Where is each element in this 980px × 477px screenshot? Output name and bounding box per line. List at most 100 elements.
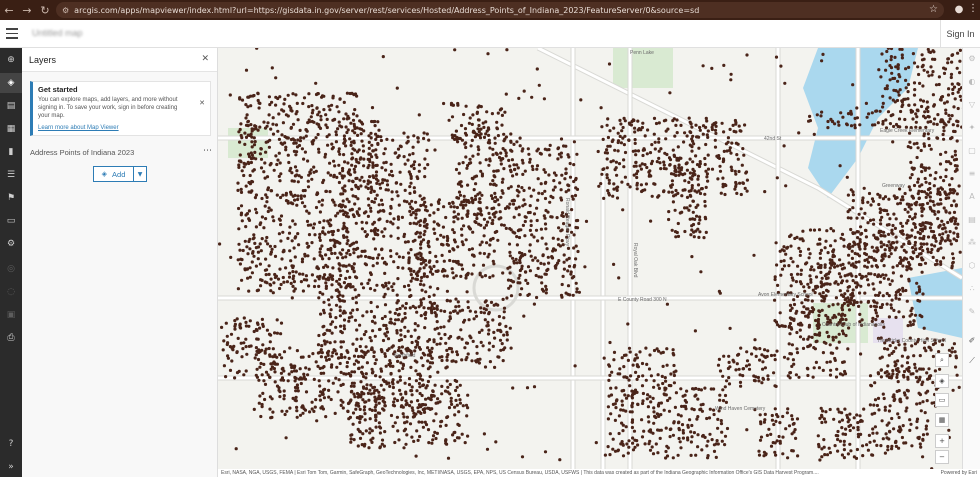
- address-point: [955, 66, 959, 70]
- address-point: [409, 164, 414, 168]
- address-point: [787, 424, 792, 428]
- charts-icon[interactable]: ▮: [0, 142, 22, 162]
- layer-options-icon[interactable]: ⋯: [203, 146, 212, 156]
- slides-icon[interactable]: ▭: [0, 211, 22, 231]
- address-point: [720, 121, 724, 125]
- legend-icon[interactable]: ☰: [0, 165, 22, 185]
- address-point: [893, 226, 898, 230]
- address-point: [379, 198, 384, 202]
- address-point: [535, 164, 540, 168]
- expand-icon[interactable]: »: [0, 457, 22, 477]
- address-point: [417, 208, 421, 212]
- sign-in-button[interactable]: Sign In: [940, 20, 980, 48]
- add-button[interactable]: ◈ Add ▼: [93, 166, 147, 182]
- address-point: [849, 124, 854, 128]
- address-point: [427, 441, 431, 445]
- close-icon[interactable]: ✕: [201, 54, 209, 64]
- address-point: [714, 455, 718, 459]
- address-point: [625, 442, 629, 446]
- tables-icon[interactable]: ▤: [0, 96, 22, 116]
- address-point: [222, 364, 226, 368]
- address-point: [327, 303, 331, 307]
- address-point: [929, 147, 933, 151]
- address-point: [823, 274, 827, 278]
- address-point: [330, 277, 334, 281]
- address-point: [383, 260, 387, 264]
- map-canvas[interactable]: [218, 48, 962, 469]
- address-point: [539, 227, 543, 231]
- bookmark-star-icon[interactable]: ☆: [929, 2, 938, 18]
- settings-icon[interactable]: ⚙: [0, 234, 22, 254]
- bookmarks-icon[interactable]: ⚑: [0, 188, 22, 208]
- address-point: [440, 392, 444, 396]
- chevron-down-icon[interactable]: ▼: [134, 171, 146, 178]
- notice-close-icon[interactable]: ✕: [199, 99, 205, 107]
- address-point: [930, 247, 934, 252]
- address-point: [805, 261, 809, 265]
- address-point: [378, 431, 382, 435]
- address-point: [280, 108, 284, 112]
- basemap-icon[interactable]: ▦: [0, 119, 22, 139]
- address-point: [718, 398, 722, 402]
- address-point: [278, 353, 282, 357]
- address-point: [648, 173, 652, 177]
- address-point: [476, 358, 480, 362]
- help-icon[interactable]: ?: [0, 434, 22, 454]
- address-point: [239, 341, 243, 345]
- address-point: [697, 221, 701, 226]
- address-point: [333, 411, 337, 415]
- address-point: [500, 342, 504, 346]
- address-point: [891, 372, 895, 376]
- address-point: [825, 330, 829, 334]
- address-point: [687, 180, 691, 184]
- layers-icon[interactable]: ◈: [0, 73, 22, 93]
- address-point: [497, 314, 501, 319]
- reload-icon[interactable]: ↻: [36, 0, 54, 20]
- address-point: [438, 355, 442, 359]
- address-point: [798, 253, 802, 257]
- print-icon[interactable]: ⎙: [0, 328, 22, 348]
- address-point: [462, 224, 466, 228]
- address-point: [422, 266, 426, 270]
- address-point: [338, 263, 342, 267]
- address-point: [633, 358, 637, 362]
- address-point: [396, 147, 401, 151]
- address-point: [488, 216, 492, 220]
- learn-more-link[interactable]: Learn more about Map Viewer: [38, 125, 119, 131]
- map-title[interactable]: Untitled map: [32, 28, 83, 38]
- address-point: [916, 177, 921, 181]
- address-point: [330, 331, 334, 335]
- address-point: [352, 93, 356, 97]
- address-point: [485, 110, 489, 114]
- layer-item[interactable]: Address Points of Indiana 2023 ⋯: [22, 145, 218, 161]
- address-point: [759, 435, 764, 439]
- address-point: [817, 313, 821, 318]
- address-point: [688, 171, 692, 175]
- address-point: [499, 158, 503, 162]
- profile-icon[interactable]: ●: [952, 3, 966, 17]
- forward-icon[interactable]: →: [18, 0, 36, 20]
- address-point: [535, 295, 539, 300]
- address-point: [849, 449, 853, 453]
- address-point: [953, 219, 958, 223]
- address-point: [352, 438, 356, 442]
- address-bar[interactable]: ⚙ arcgis.com/apps/mapviewer/index.html?u…: [56, 2, 944, 18]
- browser-menu-icon[interactable]: ⋮: [968, 3, 978, 14]
- add-layer-icon[interactable]: ⊕: [0, 50, 22, 70]
- address-point: [366, 281, 370, 285]
- site-info-icon[interactable]: ⚙: [62, 6, 69, 15]
- add-main[interactable]: ◈ Add: [94, 167, 134, 181]
- address-point: [900, 354, 905, 358]
- address-point: [318, 247, 322, 251]
- address-point: [316, 132, 320, 137]
- address-point: [335, 175, 339, 179]
- address-point: [928, 173, 933, 177]
- address-point: [672, 370, 676, 374]
- address-point: [652, 116, 657, 120]
- map-view[interactable]: Penn Lake 42nd St Eagle Creek Elementary…: [218, 48, 962, 469]
- hamburger-menu-icon[interactable]: [6, 28, 18, 39]
- address-point: [616, 149, 620, 153]
- address-point: [330, 295, 334, 299]
- address-point: [912, 142, 916, 146]
- back-icon[interactable]: ←: [0, 0, 18, 20]
